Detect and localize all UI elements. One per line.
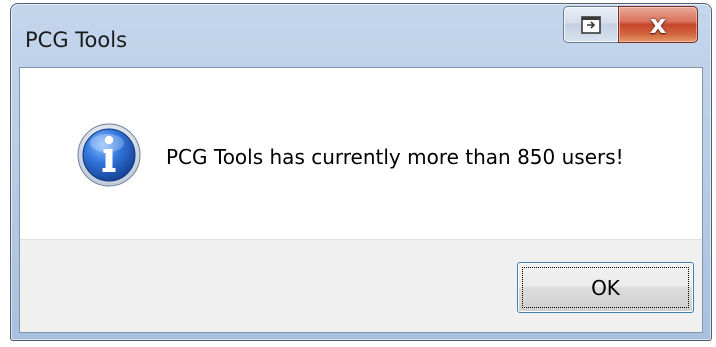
dialog-client-area: PCG Tools has currently more than 850 us…: [19, 67, 703, 333]
dialog-button-bar: OK: [20, 239, 702, 332]
information-icon: [77, 123, 141, 187]
close-icon: x: [649, 9, 667, 40]
ok-button-label: OK: [591, 275, 620, 300]
window-restore-icon: [581, 15, 601, 34]
message-dialog-window: PCG Tools x PCG Tools has currently more…: [10, 3, 712, 341]
window-title: PCG Tools: [25, 28, 128, 52]
restore-button[interactable]: [563, 6, 619, 43]
message-area: PCG Tools has currently more than 850 us…: [20, 68, 702, 239]
dialog-message: PCG Tools has currently more than 850 us…: [166, 145, 624, 169]
ok-button[interactable]: OK: [517, 262, 694, 313]
close-button[interactable]: x: [618, 6, 698, 43]
title-bar[interactable]: PCG Tools x: [11, 4, 711, 67]
